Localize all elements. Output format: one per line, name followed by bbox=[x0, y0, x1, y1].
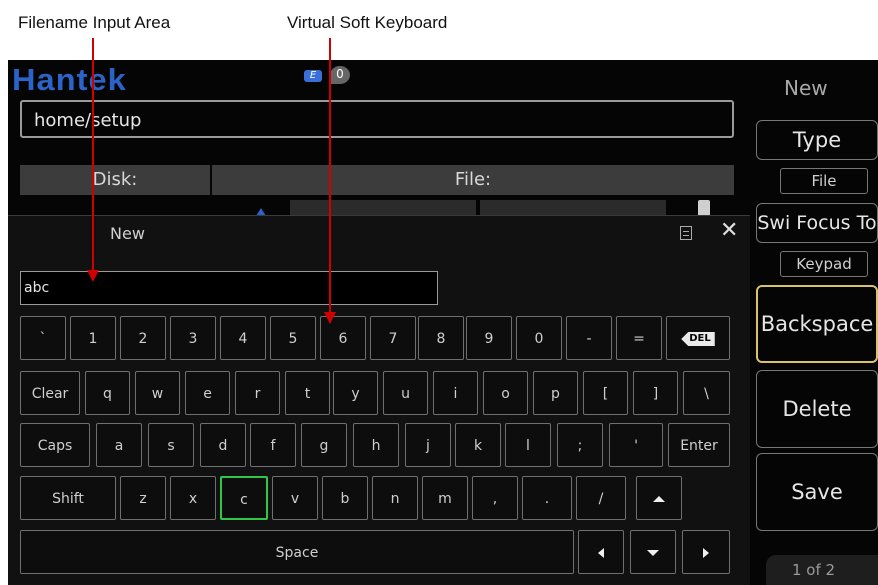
key-7[interactable]: 7 bbox=[370, 316, 416, 360]
arrow-right-icon bbox=[703, 548, 709, 558]
page-indicator[interactable]: 1 of 2 bbox=[766, 555, 878, 585]
key-arrow-up[interactable] bbox=[636, 476, 682, 520]
key-u[interactable]: u bbox=[383, 371, 428, 415]
key-p[interactable]: p bbox=[533, 371, 578, 415]
key-9[interactable]: 9 bbox=[466, 316, 512, 360]
key-shift[interactable]: Shift bbox=[20, 476, 116, 520]
key-q[interactable]: q bbox=[85, 371, 130, 415]
close-icon[interactable]: ✕ bbox=[720, 218, 738, 243]
annotation-arrow-head-icon bbox=[87, 270, 99, 282]
key-j[interactable]: j bbox=[405, 423, 451, 467]
key-f[interactable]: f bbox=[250, 423, 296, 467]
key-arrow-down[interactable] bbox=[630, 530, 676, 574]
virtual-keyboard-dialog: New ✕ abc ` 1 2 3 4 5 6 7 8 9 0 - = DEL … bbox=[8, 215, 750, 585]
key-0[interactable]: 0 bbox=[516, 316, 562, 360]
backspace-del-icon: DEL bbox=[681, 332, 715, 346]
file-list-row[interactable] bbox=[480, 200, 666, 216]
arrow-down-icon bbox=[647, 550, 659, 556]
key-k[interactable]: k bbox=[455, 423, 501, 467]
annotation-arrow-head-icon bbox=[324, 312, 336, 324]
menu-title: New bbox=[784, 76, 828, 100]
key-b[interactable]: b bbox=[322, 476, 368, 520]
key-3[interactable]: 3 bbox=[170, 316, 216, 360]
key-caps[interactable]: Caps bbox=[20, 423, 90, 467]
key-l[interactable]: l bbox=[505, 423, 551, 467]
key-t[interactable]: t bbox=[285, 371, 330, 415]
key-e[interactable]: e bbox=[185, 371, 230, 415]
annotation-arrow-line bbox=[92, 38, 94, 271]
key-w[interactable]: w bbox=[135, 371, 180, 415]
arrow-up-icon bbox=[653, 496, 665, 502]
key-left-bracket[interactable]: [ bbox=[583, 371, 628, 415]
hantek-logo: Hantek bbox=[12, 62, 127, 97]
keyboard-dialog-title: New bbox=[110, 224, 145, 243]
annotation-virtual-soft-keyboard: Virtual Soft Keyboard bbox=[287, 13, 448, 32]
key-backslash[interactable]: \ bbox=[683, 371, 730, 415]
path-display: home/setup bbox=[20, 100, 734, 138]
focus-value: Keypad bbox=[780, 251, 868, 277]
status-e-icon: E bbox=[304, 70, 322, 82]
key-c[interactable]: c bbox=[220, 476, 268, 520]
status-count-badge: 0 bbox=[330, 66, 350, 84]
key-5[interactable]: 5 bbox=[270, 316, 316, 360]
key-enter[interactable]: Enter bbox=[668, 423, 730, 467]
key-h[interactable]: h bbox=[353, 423, 399, 467]
key-r[interactable]: r bbox=[235, 371, 280, 415]
key-z[interactable]: z bbox=[120, 476, 166, 520]
oscilloscope-screen: Hantek E 0 home/setup Disk: File: New ✕ … bbox=[8, 60, 878, 585]
list-menu-icon[interactable] bbox=[680, 226, 692, 240]
backspace-button[interactable]: Backspace bbox=[756, 285, 878, 363]
switch-focus-button[interactable]: Swi Focus To bbox=[756, 203, 878, 243]
key-s[interactable]: s bbox=[148, 423, 194, 467]
key-8[interactable]: 8 bbox=[418, 316, 464, 360]
key-backtick[interactable]: ` bbox=[20, 316, 66, 360]
key-space[interactable]: Space bbox=[20, 530, 574, 574]
key-i[interactable]: i bbox=[433, 371, 478, 415]
key-v[interactable]: v bbox=[272, 476, 318, 520]
key-del[interactable]: DEL bbox=[666, 316, 730, 360]
key-minus[interactable]: - bbox=[566, 316, 612, 360]
key-apostrophe[interactable]: ' bbox=[609, 423, 663, 467]
key-a[interactable]: a bbox=[96, 423, 142, 467]
key-arrow-left[interactable] bbox=[578, 530, 624, 574]
key-n[interactable]: n bbox=[372, 476, 418, 520]
key-1[interactable]: 1 bbox=[70, 316, 116, 360]
key-y[interactable]: y bbox=[333, 371, 378, 415]
key-slash[interactable]: / bbox=[576, 476, 626, 520]
key-right-bracket[interactable]: ] bbox=[633, 371, 678, 415]
key-semicolon[interactable]: ; bbox=[557, 423, 603, 467]
key-4[interactable]: 4 bbox=[220, 316, 266, 360]
key-comma[interactable]: , bbox=[472, 476, 518, 520]
save-button[interactable]: Save bbox=[756, 453, 878, 531]
key-2[interactable]: 2 bbox=[120, 316, 166, 360]
disk-column-header: Disk: bbox=[20, 165, 210, 195]
key-o[interactable]: o bbox=[483, 371, 528, 415]
file-list-row[interactable] bbox=[290, 200, 476, 216]
key-d[interactable]: d bbox=[200, 423, 246, 467]
key-equals[interactable]: = bbox=[616, 316, 662, 360]
annotation-filename-input-area: Filename Input Area bbox=[18, 13, 171, 32]
key-x[interactable]: x bbox=[170, 476, 216, 520]
key-clear[interactable]: Clear bbox=[20, 371, 80, 415]
type-value: File bbox=[780, 168, 868, 194]
file-list-scrollbar[interactable] bbox=[698, 200, 710, 216]
key-m[interactable]: m bbox=[422, 476, 468, 520]
arrow-left-icon bbox=[598, 548, 604, 558]
key-arrow-right[interactable] bbox=[682, 530, 730, 574]
key-period[interactable]: . bbox=[522, 476, 572, 520]
key-g[interactable]: g bbox=[301, 423, 347, 467]
annotation-arrow-line bbox=[329, 38, 331, 313]
type-button[interactable]: Type bbox=[756, 120, 878, 160]
delete-button[interactable]: Delete bbox=[756, 370, 878, 448]
filename-input[interactable]: abc bbox=[20, 271, 438, 305]
file-column-header: File: bbox=[212, 165, 734, 195]
